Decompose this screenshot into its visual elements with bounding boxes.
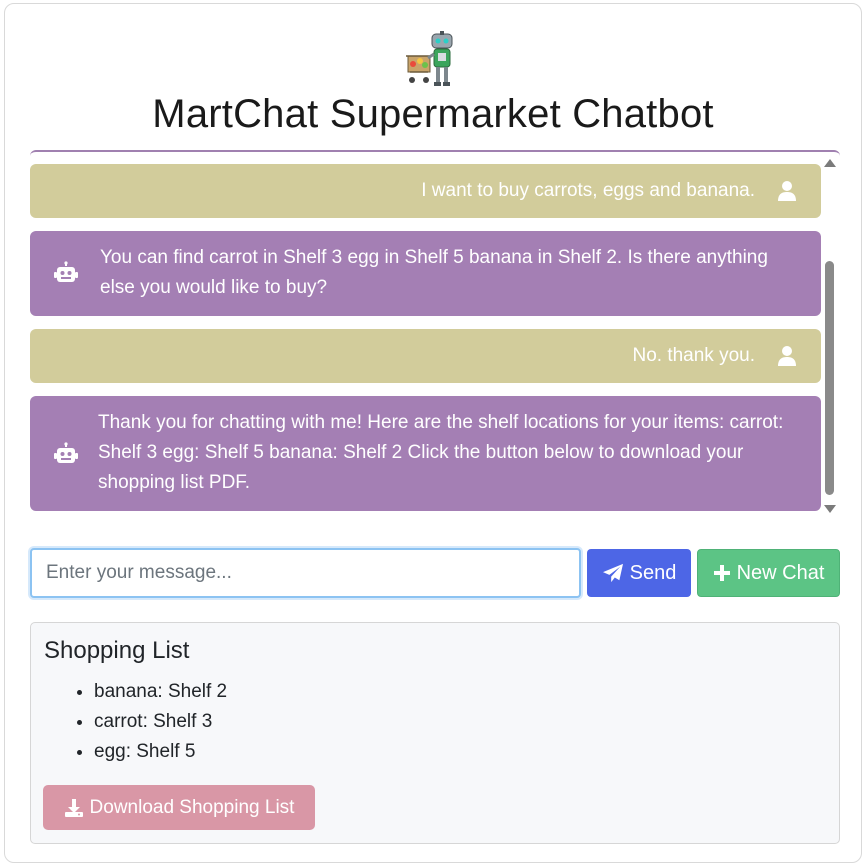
bot-message: You can find carrot in Shelf 3 egg in Sh… [30,231,821,316]
download-shopping-list-button[interactable]: Download Shopping List [43,785,315,830]
user-icon [778,346,796,366]
robot-shopping-cart-icon [406,31,453,86]
page-title: MartChat Supermarket Chatbot [152,92,714,136]
send-button[interactable]: Send [587,549,691,597]
robot-icon [54,442,78,463]
shopping-list: banana: Shelf 2 carrot: Shelf 3 egg: She… [75,677,227,767]
message-text: I want to buy carrots, eggs and banana. [421,180,755,201]
scroll-thumb[interactable] [825,261,834,495]
message-text: You can find carrot in Shelf 3 egg in Sh… [100,247,768,298]
scroll-up-arrow-icon[interactable] [824,159,836,167]
message-text: No. thank you. [632,345,755,366]
message-input[interactable] [30,548,581,598]
list-item: egg: Shelf 5 [94,737,227,767]
bot-message: Thank you for chatting with me! Here are… [30,396,821,511]
user-icon [778,181,796,201]
chat-scrollbar[interactable] [821,155,839,518]
list-item: carrot: Shelf 3 [94,707,227,737]
new-chat-button-label: New Chat [736,561,825,584]
scroll-down-arrow-icon[interactable] [824,505,836,513]
download-icon [64,798,83,817]
robot-icon [54,261,78,282]
user-message: I want to buy carrots, eggs and banana. [30,164,821,218]
send-button-label: Send [629,561,677,584]
shopping-list-title: Shopping List [44,637,190,664]
plus-icon [713,565,730,581]
download-button-label: Download Shopping List [89,796,295,818]
new-chat-button[interactable]: New Chat [697,549,840,597]
user-message: No. thank you. [30,329,821,383]
list-item: banana: Shelf 2 [94,677,227,707]
paper-plane-icon [602,563,623,583]
shopping-list-panel: Shopping List banana: Shelf 2 carrot: Sh… [30,622,840,844]
message-text: Thank you for chatting with me! Here are… [98,412,784,493]
chat-history[interactable]: I want to buy carrots, eggs and banana. … [30,150,840,520]
